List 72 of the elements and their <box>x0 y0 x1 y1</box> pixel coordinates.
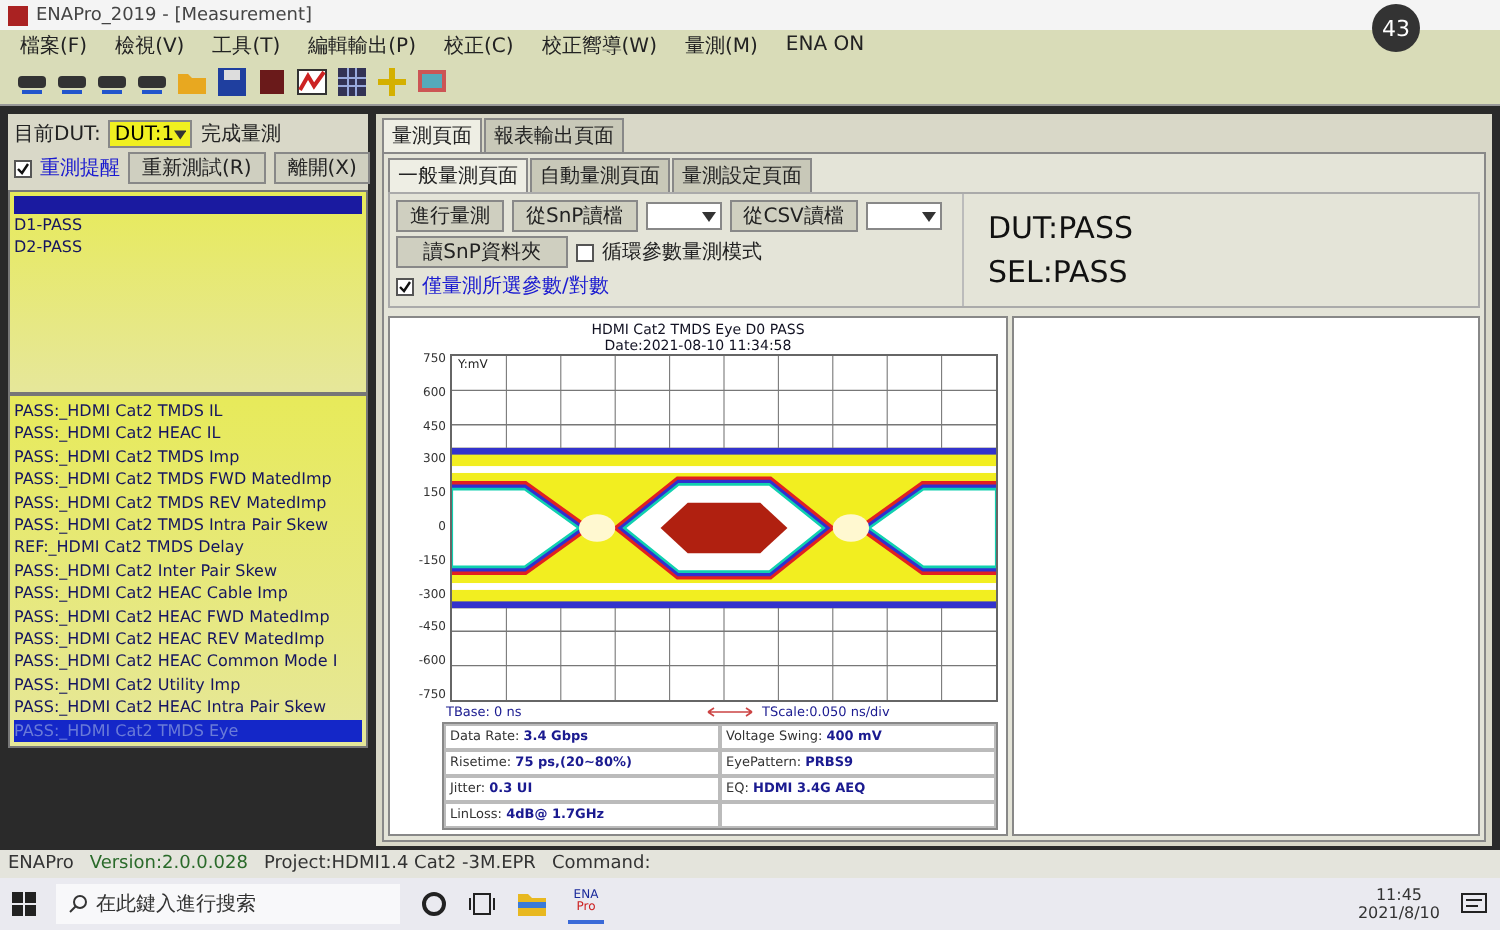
window-title: ENAPro_2019 - [Measurement] <box>36 5 313 25</box>
button[interactable]: 進行量測 <box>396 200 504 232</box>
list-item[interactable]: PASS:_HDMI Cat2 HEAC FWD MatedImp <box>14 605 362 629</box>
menu-item[interactable]: 檔案(F) <box>20 31 88 59</box>
list-item[interactable]: PASS:_HDMI Cat2 HEAC IL <box>14 422 362 446</box>
list-item[interactable]: REF:_HDMI Cat2 TMDS Delay <box>14 536 362 560</box>
tab[interactable]: 報表輸出頁面 <box>484 118 624 152</box>
menu-item[interactable]: 量測(M) <box>684 31 758 59</box>
list-item[interactable]: D2-PASS <box>14 236 362 260</box>
clock-time: 11:45 <box>1375 886 1423 904</box>
tab[interactable]: 一般量測頁面 <box>388 158 528 192</box>
list-item[interactable]: D1-PASS <box>14 214 362 237</box>
windows-icon[interactable] <box>12 892 36 916</box>
status-text: SEL:PASS <box>988 254 1130 290</box>
list-item[interactable]: PASS:_HDMI Cat2 HEAC Intra Pair Skew <box>14 696 362 720</box>
save-icon[interactable] <box>216 66 248 98</box>
checkbox-label: 重測提醒 <box>40 155 120 182</box>
menu-item[interactable]: 編輯輸出(P) <box>308 31 416 59</box>
checkbox-label: 僅量測所選參數/對數 <box>422 273 609 300</box>
monitor-icon[interactable] <box>416 66 448 98</box>
status-text: Command: <box>551 854 651 874</box>
tab[interactable]: 量測設定頁面 <box>672 158 812 192</box>
menu-item[interactable]: 檢視(V) <box>115 31 185 59</box>
list-item[interactable]: PASS:_HDMI Cat2 HEAC Cable Imp <box>14 582 362 606</box>
done-label: 完成量測 <box>200 121 281 148</box>
checkbox[interactable] <box>576 243 594 261</box>
dut-label: 目前DUT: <box>14 122 101 148</box>
list-item[interactable]: PASS:_HDMI Cat2 Inter Pair Skew <box>14 559 362 583</box>
app-icon <box>8 5 28 25</box>
button[interactable]: 從SnP讀檔 <box>512 200 638 232</box>
button[interactable]: 讀SnP資料夾 <box>396 236 568 268</box>
list-item[interactable]: PASS:_HDMI Cat2 TMDS Imp <box>14 445 362 469</box>
arrow-icon <box>706 706 754 718</box>
list-item[interactable]: PASS:_HDMI Cat2 TMDS Intra Pair Skew <box>14 514 362 537</box>
list-item[interactable]: PASS:_HDMI Cat2 Utility Imp <box>14 673 362 697</box>
status-text: DUT:PASS <box>988 210 1135 246</box>
temperature-badge: 43 <box>1372 4 1420 52</box>
status-text: ENAPro <box>8 854 74 874</box>
notification-icon[interactable] <box>1460 890 1488 918</box>
button[interactable]: 重新測試(R) <box>128 152 266 184</box>
dut-dropdown[interactable]: DUT:1 <box>108 120 193 148</box>
tab[interactable]: 量測頁面 <box>382 118 482 152</box>
search-icon <box>68 894 88 914</box>
list-item[interactable]: PASS:_HDMI Cat2 TMDS IL <box>14 400 362 423</box>
menu-item[interactable]: 校正嚮導(W) <box>541 31 657 59</box>
clock-date: 2021/8/10 <box>1357 904 1440 922</box>
checkbox[interactable] <box>396 277 414 295</box>
checkbox[interactable] <box>14 159 32 177</box>
caret-icon <box>174 129 187 139</box>
circle-icon[interactable] <box>420 890 448 918</box>
task-view-icon[interactable] <box>468 890 496 918</box>
checkbox-label: 循環參數量測模式 <box>602 239 762 266</box>
status-text: Version:2.0.0.028 <box>89 854 248 874</box>
button[interactable]: 從CSV讀檔 <box>729 200 858 232</box>
menu-item[interactable]: 工具(T) <box>212 31 281 59</box>
button[interactable]: 離開(X) <box>273 152 371 184</box>
tab[interactable]: 自動量測頁面 <box>530 158 670 192</box>
list-item[interactable]: PASS:_HDMI Cat2 HEAC Common Mode I <box>14 650 362 674</box>
folder-icon[interactable] <box>516 890 548 918</box>
dropdown[interactable] <box>865 202 942 230</box>
menu-item[interactable]: ENA ON <box>785 34 865 56</box>
status-text: Project:HDMI1.4 Cat2 -3M.EPR <box>263 854 536 874</box>
list-item[interactable]: PASS:_HDMI Cat2 TMDS REV MatedImp <box>14 491 362 515</box>
dropdown[interactable] <box>645 202 722 230</box>
list-item[interactable]: PASS:_HDMI Cat2 HEAC REV MatedImp <box>14 628 362 651</box>
menu-item[interactable]: 校正(C) <box>443 31 514 59</box>
grid-icon[interactable] <box>336 66 368 98</box>
chart-icon[interactable] <box>296 66 328 98</box>
list-item[interactable]: PASS:_HDMI Cat2 TMDS FWD MatedImp <box>14 468 362 492</box>
search-field[interactable]: 在此鍵入進行搜索 <box>56 884 400 924</box>
caret-icon <box>701 211 716 221</box>
caret-icon <box>921 211 936 221</box>
